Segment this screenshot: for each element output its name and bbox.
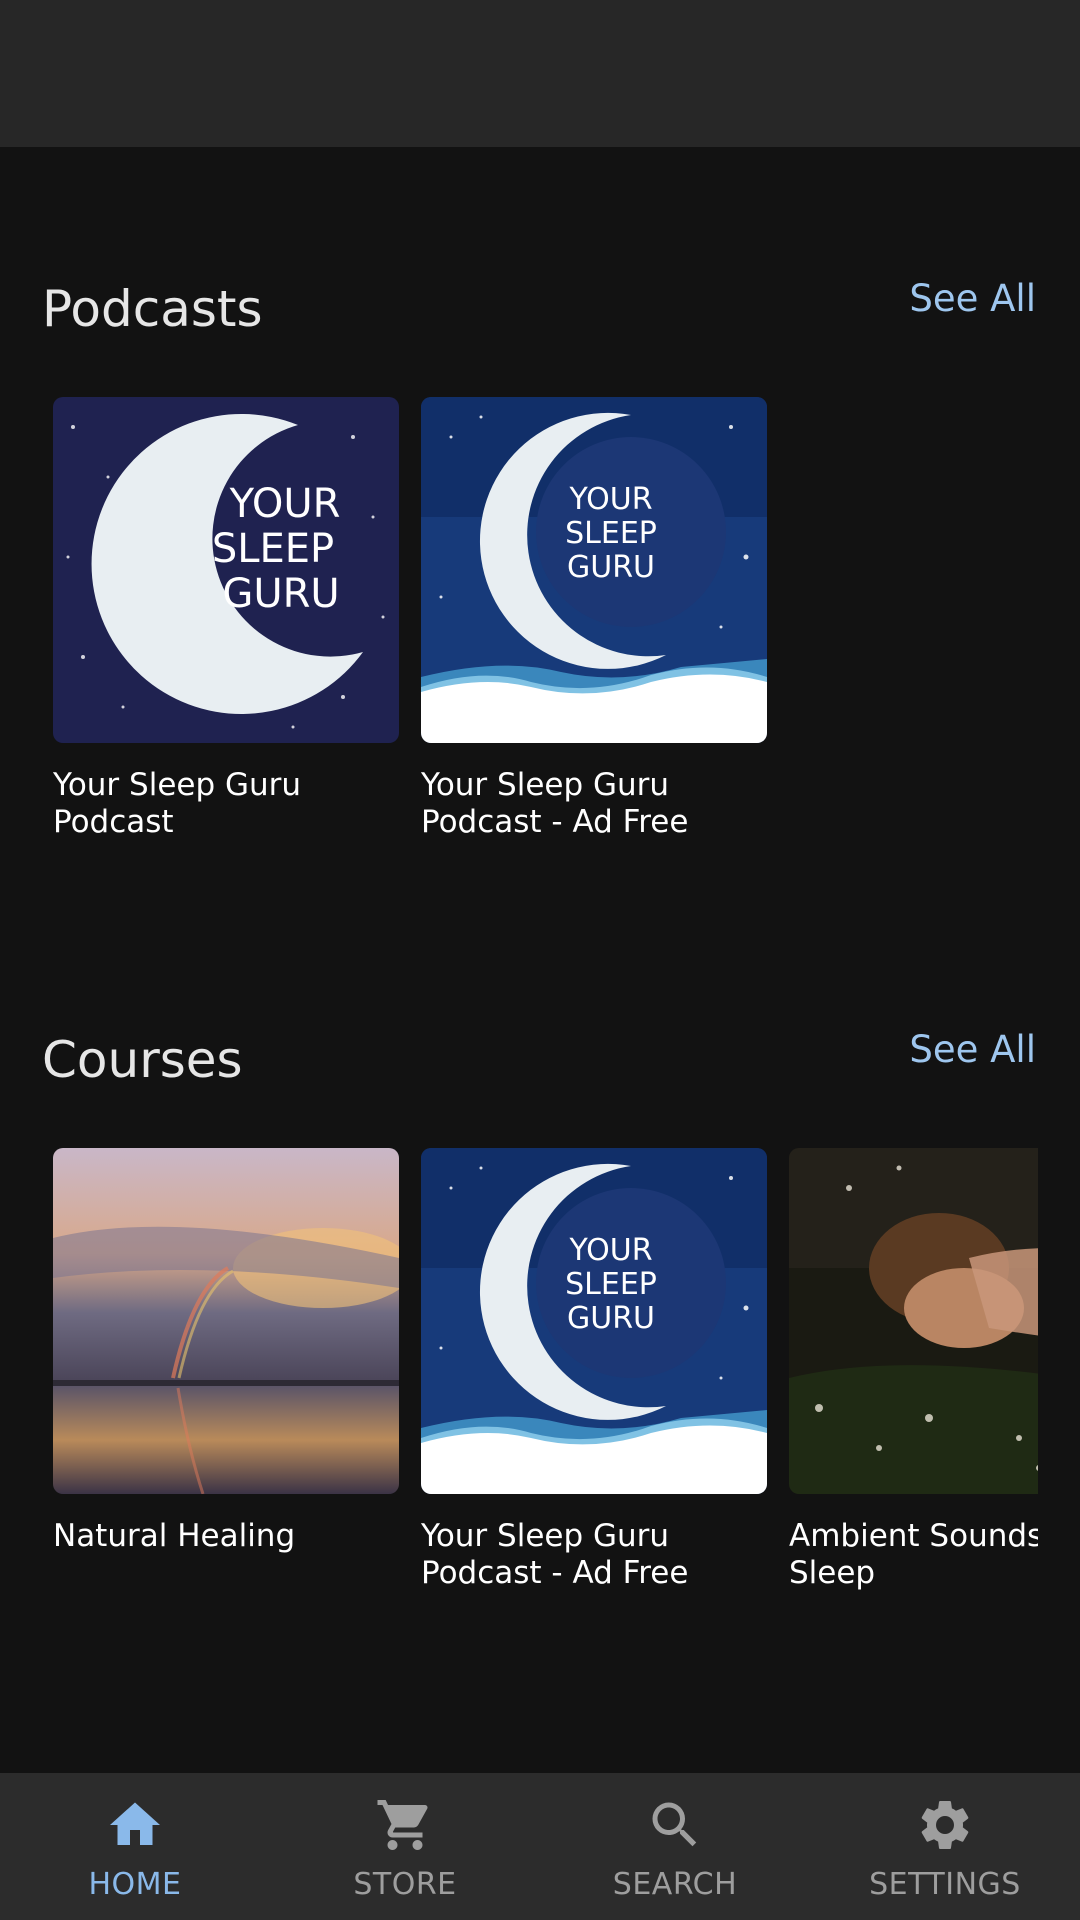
svg-text:YOUR: YOUR — [568, 1233, 652, 1268]
podcast-card-1-title: Your Sleep Guru Podcast — [53, 767, 302, 840]
home-icon — [110, 1802, 160, 1845]
svg-text:GURU: GURU — [567, 1301, 655, 1336]
nav-item-settings[interactable]: SETTINGS — [810, 1773, 1080, 1920]
nav-label-settings: SETTINGS — [869, 1867, 1021, 1902]
nav-label-home: HOME — [88, 1867, 182, 1902]
svg-text:SLEEP: SLEEP — [565, 1267, 657, 1302]
top-app-bar — [0, 0, 1080, 147]
svg-text:SLEEP: SLEEP — [565, 516, 657, 551]
cart-icon — [377, 1800, 428, 1850]
bottom-navigation-bar: HOME STORE SEARCH SETTINGS — [0, 1773, 1080, 1920]
nav-item-search[interactable]: SEARCH — [540, 1773, 810, 1920]
courses-section-title: Courses — [42, 1031, 243, 1089]
courses-see-all-link[interactable]: See All — [909, 1028, 1036, 1071]
sleeping-woman-thumbnail — [789, 1148, 1038, 1494]
rainbow-sunset-thumbnail — [53, 1148, 399, 1494]
nav-item-store[interactable]: STORE — [270, 1773, 540, 1920]
course-card-1[interactable]: Natural Healing — [53, 1148, 399, 1555]
podcast-card-1[interactable]: YOUR SLEEP GURU Your Sleep Guru Podcast — [53, 397, 399, 841]
course-card-1-title: Natural Healing — [53, 1518, 296, 1554]
podcast-card-2[interactable]: YOUR SLEEP GURU Your Sleep Guru Podcast … — [421, 397, 767, 841]
svg-text:GURU: GURU — [222, 571, 339, 617]
nav-label-search: SEARCH — [612, 1867, 738, 1902]
course-card-3[interactable]: Ambient Sounds Sleep — [789, 1148, 1038, 1592]
podcast-card-2-title: Your Sleep Guru Podcast - Ad Free — [421, 767, 689, 840]
svg-text:YOUR: YOUR — [229, 481, 341, 527]
search-icon — [652, 1802, 697, 1847]
moon-art-blue-thumbnail: YOUR SLEEP GURU — [421, 1148, 767, 1494]
nav-label-store: STORE — [353, 1867, 457, 1902]
podcasts-see-all-link[interactable]: See All — [909, 277, 1036, 320]
moon-art-dark-thumbnail: YOUR SLEEP GURU — [53, 397, 399, 743]
gear-icon — [921, 1800, 969, 1849]
course-card-3-title: Ambient Sounds Sleep — [789, 1518, 1038, 1591]
podcasts-section-title: Podcasts — [42, 280, 263, 338]
svg-text:GURU: GURU — [567, 550, 655, 585]
svg-text:SLEEP: SLEEP — [212, 526, 334, 572]
moon-art-blue-thumbnail: YOUR SLEEP GURU — [421, 397, 767, 743]
course-card-2-title: Your Sleep Guru Podcast - Ad Free — [421, 1518, 689, 1591]
courses-carousel[interactable]: Natural Healing YOUR SLEEP GURU Your Sle… — [0, 1148, 1038, 1608]
course-card-2[interactable]: YOUR SLEEP GURU Your Sleep Guru Podcast … — [421, 1148, 767, 1592]
nav-item-home[interactable]: HOME — [0, 1773, 270, 1920]
svg-text:YOUR: YOUR — [568, 482, 652, 517]
